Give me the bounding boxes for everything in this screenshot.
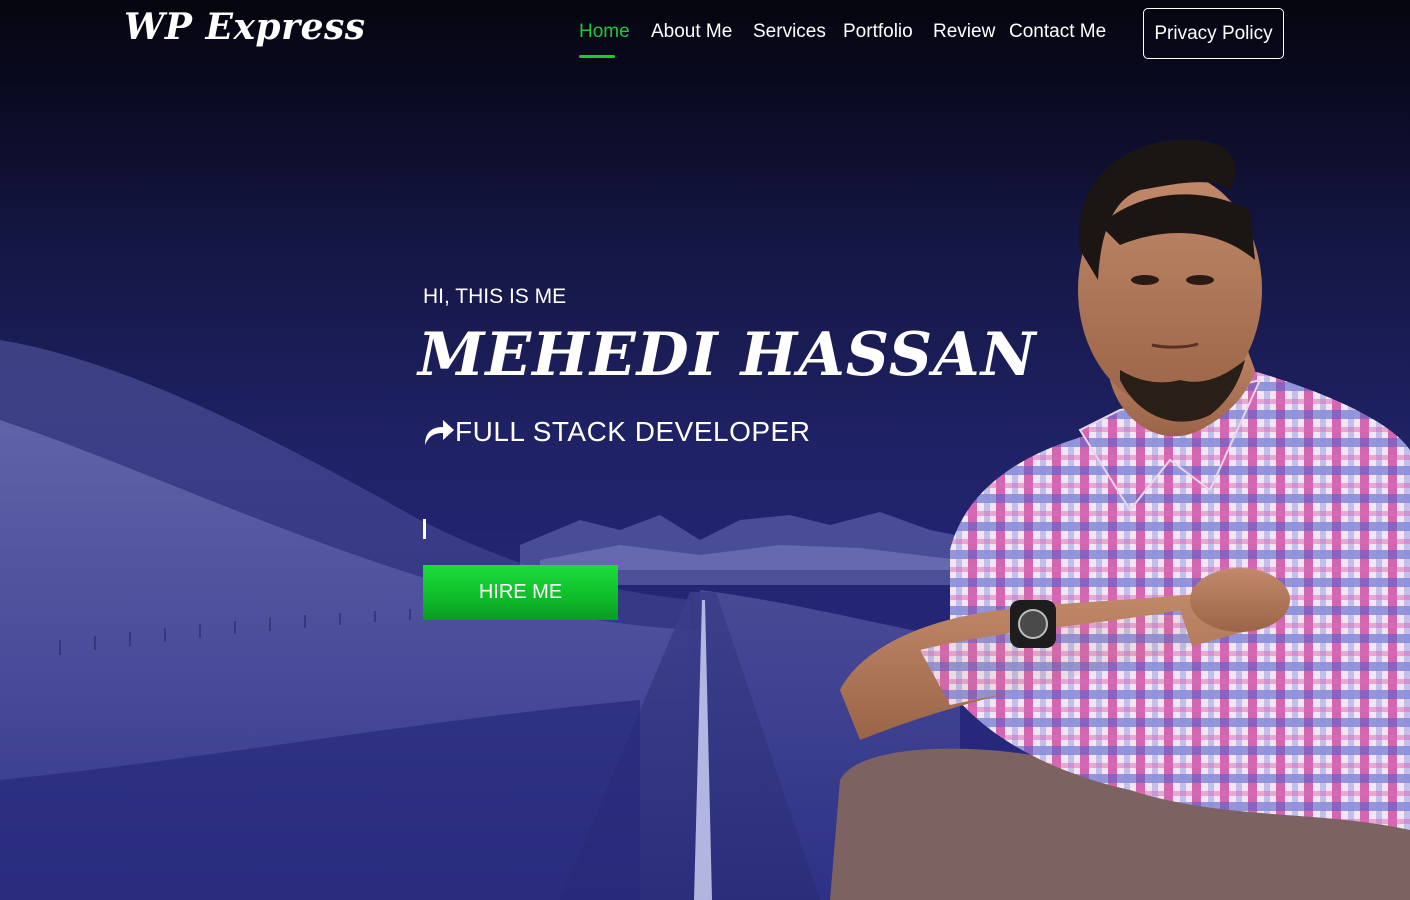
privacy-policy-button[interactable]: Privacy Policy — [1143, 8, 1284, 59]
nav-active-indicator — [579, 55, 615, 58]
nav-item-contact-me[interactable]: Contact Me — [1009, 21, 1106, 43]
nav-item-review[interactable]: Review — [933, 21, 995, 43]
hero-intro: HI, THIS IS ME — [423, 285, 567, 308]
nav-item-portfolio[interactable]: Portfolio — [843, 21, 913, 43]
hero-role-text: FULL STACK DEVELOPER — [455, 416, 811, 447]
hero-page: WP Express Home About Me Services Portfo… — [0, 0, 1410, 900]
hire-me-button[interactable]: HIRE ME — [423, 565, 618, 620]
profile-portrait-image — [830, 139, 1410, 900]
typing-caret — [423, 519, 426, 539]
nav-item-about-me[interactable]: About Me — [651, 21, 732, 43]
nav-item-home[interactable]: Home — [579, 21, 630, 43]
share-arrow-icon — [425, 420, 454, 445]
nav-item-services[interactable]: Services — [753, 21, 826, 43]
navbar: WP Express Home About Me Services Portfo… — [0, 0, 1410, 70]
brand-logo[interactable]: WP Express — [124, 6, 366, 48]
hero-role: FULL STACK DEVELOPER — [423, 416, 810, 448]
